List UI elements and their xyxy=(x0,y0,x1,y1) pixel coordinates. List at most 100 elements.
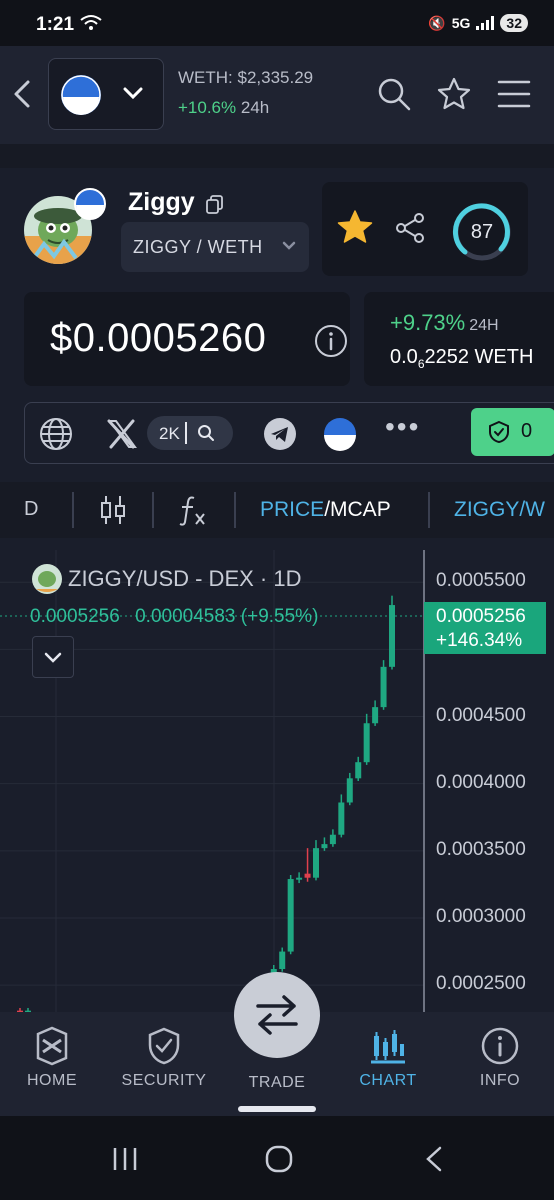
candle-body xyxy=(279,951,286,970)
telegram-icon[interactable] xyxy=(263,417,297,451)
candles-icon[interactable] xyxy=(100,494,126,526)
back-icon[interactable] xyxy=(10,76,34,112)
app-header: WETH: $2,335.29 +10.6% 24h xyxy=(0,46,554,144)
chart-header: ZIGGY/USD - DEX · 1D xyxy=(32,564,301,594)
share-icon[interactable] xyxy=(394,212,426,244)
info-icon[interactable] xyxy=(314,324,348,358)
candle-body xyxy=(380,666,387,708)
last-price-tag-value: 0.0005256 xyxy=(436,606,526,627)
globe-icon[interactable] xyxy=(39,417,73,451)
candle-body xyxy=(329,834,336,845)
chain-logo-icon xyxy=(61,75,101,115)
token-actions-card: 87 xyxy=(322,182,528,276)
nav-trade-label: TRADE xyxy=(248,1074,306,1091)
header-divider xyxy=(0,144,554,168)
x-followers-pill[interactable]: 2K xyxy=(147,416,233,450)
more-icon[interactable]: ••• xyxy=(385,413,420,441)
audit-count: 0 xyxy=(521,420,533,442)
home-indicator xyxy=(238,1106,316,1112)
chart-toolbar: D PRICE/MCAP ZIGGY/W xyxy=(0,482,554,538)
pair-selector[interactable]: ZIGGY / WETH xyxy=(121,222,309,272)
x-icon[interactable] xyxy=(105,417,139,451)
chain-badge-icon xyxy=(74,188,106,220)
legend-collapse-button[interactable] xyxy=(32,636,74,678)
nav-home-label: HOME xyxy=(27,1072,77,1089)
price-mcap-toggle[interactable]: PRICE/MCAP xyxy=(260,498,391,522)
recents-icon[interactable] xyxy=(110,1144,140,1174)
pill-divider xyxy=(185,422,187,444)
star-outline-icon[interactable] xyxy=(436,76,472,112)
toolbar-divider xyxy=(72,492,74,528)
chain-link-icon[interactable] xyxy=(323,417,357,451)
magnifier-icon xyxy=(198,425,214,441)
nav-info-label: INFO xyxy=(479,1072,521,1089)
y-tick-label: 0.0003500 xyxy=(436,838,526,860)
nav-chart[interactable]: CHART xyxy=(338,1012,438,1116)
star-icon[interactable] xyxy=(336,208,374,246)
status-time: 1:21 xyxy=(36,14,75,35)
chevron-down-icon xyxy=(44,652,62,663)
candle-body xyxy=(372,707,379,724)
price-change-value: +9.73% xyxy=(390,310,466,335)
menu-icon[interactable] xyxy=(496,76,532,112)
candle-body xyxy=(313,848,319,878)
token-price: $0.0005260 xyxy=(50,316,267,360)
chart-legend: 0.0005256 0.00004583 (+9.55%) xyxy=(30,606,328,628)
chart-icon xyxy=(371,1030,405,1064)
candle-body xyxy=(304,873,311,878)
toolbar-divider xyxy=(234,492,236,528)
swap-icon xyxy=(256,995,298,1035)
trade-button[interactable] xyxy=(234,972,320,1058)
audit-badge[interactable]: 0 xyxy=(471,408,554,456)
info-circle-icon xyxy=(481,1027,519,1065)
toolbar-divider xyxy=(152,492,154,528)
y-tick-label: 0.0004000 xyxy=(436,771,526,793)
chevron-down-icon xyxy=(123,87,143,100)
price-weth-zeros: 6 xyxy=(417,357,425,371)
mcap-toggle: /MCAP xyxy=(324,498,391,521)
candle-body xyxy=(389,605,395,667)
copy-icon[interactable] xyxy=(205,194,225,214)
nav-security-label: SECURITY xyxy=(121,1072,207,1089)
shield-icon xyxy=(148,1027,180,1065)
social-links-row: 2K ••• 0 xyxy=(24,402,554,464)
pair-label: ZIGGY / WETH xyxy=(133,237,263,257)
chevron-down-icon xyxy=(282,241,296,250)
x-followers-count: 2K xyxy=(159,424,180,443)
y-tick-label: 0.0003000 xyxy=(436,905,526,927)
interval-button[interactable]: D xyxy=(24,498,38,521)
legend-change: 0.00004583 (+9.55%) xyxy=(135,606,319,627)
mute-icon: 🔇 xyxy=(428,14,446,31)
weth-change-value: +10.6% xyxy=(178,98,237,117)
token-mini-avatar xyxy=(32,564,62,594)
signal-icon xyxy=(476,16,495,30)
system-back-icon[interactable] xyxy=(422,1144,446,1174)
last-price-tag: 0.0005256 +146.34% xyxy=(424,602,546,654)
candle-body xyxy=(363,723,370,763)
weth-change: +10.6% 24h xyxy=(178,98,269,118)
y-tick-label: 0.0004500 xyxy=(436,704,526,726)
candle-body xyxy=(287,879,294,952)
nav-info[interactable]: INFO xyxy=(450,1012,550,1116)
candle-body xyxy=(296,877,303,880)
price-card: $0.0005260 xyxy=(24,292,350,386)
price-weth-prefix: 0.0 xyxy=(390,346,418,368)
nav-security[interactable]: SECURITY xyxy=(114,1012,214,1116)
battery-indicator: 32 xyxy=(500,14,528,32)
symbol-toggle[interactable]: ZIGGY/W xyxy=(454,498,545,522)
price-change: +9.73% 24H xyxy=(390,310,499,336)
price-chart[interactable]: ZIGGY/USD - DEX · 1D 0.0005256 0.0000458… xyxy=(0,550,554,1012)
nav-chart-label: CHART xyxy=(359,1072,417,1089)
chain-selector[interactable] xyxy=(48,58,164,130)
candle-body xyxy=(321,844,328,849)
nav-home[interactable]: HOME xyxy=(2,1012,102,1116)
function-icon[interactable] xyxy=(178,494,208,528)
price-weth-rest: 2252 WETH xyxy=(424,346,534,368)
chart-title: ZIGGY/USD - DEX · 1D xyxy=(68,566,302,591)
system-nav-bar xyxy=(0,1116,554,1200)
wifi-icon xyxy=(80,15,102,30)
search-icon[interactable] xyxy=(376,76,412,112)
last-price-tag-pct: +146.34% xyxy=(436,630,523,651)
status-right: 🔇 5G 32 xyxy=(428,14,528,32)
home-button-icon[interactable] xyxy=(264,1144,294,1174)
